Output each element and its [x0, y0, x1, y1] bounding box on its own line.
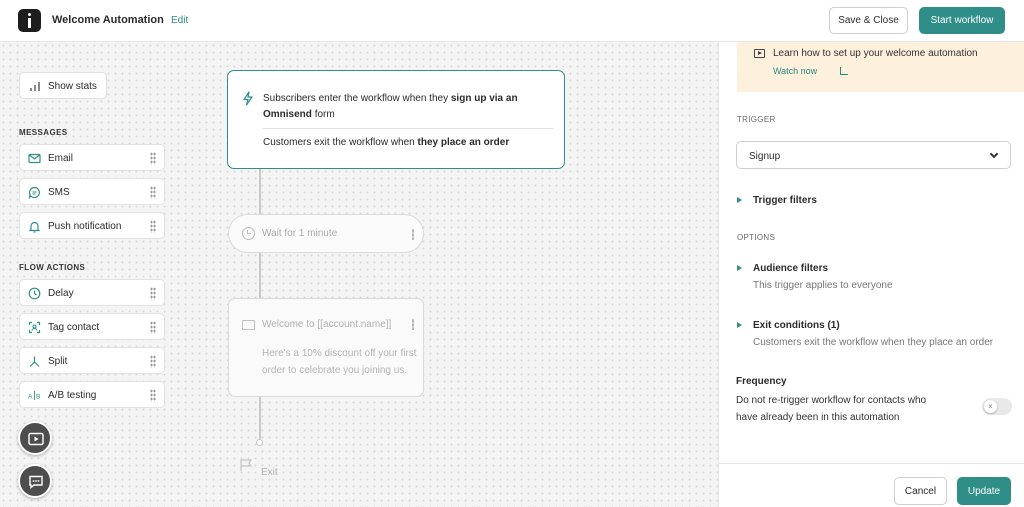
- delay-step[interactable]: Wait for 1 minute: [228, 214, 424, 253]
- trigger-exit-text: Customers exit the workflow when they pl…: [263, 137, 510, 148]
- drag-handle-icon[interactable]: [150, 389, 156, 402]
- play-icon: [28, 432, 44, 446]
- more-options-icon[interactable]: [412, 229, 414, 240]
- email-icon: [28, 153, 41, 164]
- palette-item-split[interactable]: Split: [19, 347, 165, 374]
- trigger-select-value: Signup: [749, 151, 781, 162]
- messages-heading: MESSAGES: [19, 128, 68, 137]
- palette-item-label: Email: [48, 153, 74, 164]
- clock-icon: [28, 287, 41, 300]
- omnisend-logo[interactable]: [18, 9, 41, 32]
- flow-connector: [259, 169, 261, 214]
- trigger-card[interactable]: Subscribers enter the workflow when they…: [227, 70, 565, 169]
- start-workflow-button[interactable]: Start workflow: [919, 7, 1005, 34]
- drag-handle-icon[interactable]: [150, 321, 156, 334]
- flow-end-dot: [256, 439, 263, 446]
- palette-item-label: Delay: [48, 288, 74, 299]
- top-bar: Welcome Automation Edit Save & Close Sta…: [0, 0, 1024, 42]
- sms-icon: [28, 186, 40, 199]
- flow-actions-heading: FLOW ACTIONS: [19, 263, 86, 272]
- ab-icon: AB: [28, 391, 40, 401]
- drag-handle-icon[interactable]: [150, 220, 156, 233]
- delay-step-label: Wait for 1 minute: [262, 228, 338, 239]
- drag-handle-icon[interactable]: [150, 186, 156, 199]
- clock-icon: [242, 227, 255, 240]
- panel-footer: Cancel Update: [719, 463, 1024, 507]
- email-step-title: Welcome to [[account.name]]: [262, 319, 392, 330]
- audience-filters-toggle[interactable]: Audience filters: [753, 263, 828, 274]
- video-icon: [754, 49, 765, 58]
- trigger-entry-text: Subscribers enter the workflow when they…: [263, 93, 518, 120]
- chevron-down-icon: [989, 149, 999, 159]
- palette-item-label: Push notification: [48, 221, 122, 232]
- frequency-toggle[interactable]: ×: [982, 398, 1012, 415]
- expand-triangle-icon[interactable]: [737, 322, 742, 328]
- email-step[interactable]: Welcome to [[account.name]] Here's a 10%…: [228, 298, 424, 397]
- external-link-icon[interactable]: [840, 67, 848, 75]
- toggle-off-icon: ×: [984, 400, 997, 413]
- chat-button[interactable]: [18, 464, 52, 498]
- email-icon: [242, 320, 255, 330]
- palette-item-sms[interactable]: SMS: [19, 178, 165, 205]
- video-tutorial-button[interactable]: [18, 421, 52, 455]
- expand-triangle-icon[interactable]: [737, 265, 742, 271]
- chat-icon: [29, 475, 43, 489]
- exit-conditions-summary: Customers exit the workflow when they pl…: [753, 337, 994, 348]
- divider: [263, 128, 553, 129]
- palette-item-label: SMS: [48, 187, 70, 198]
- palette-item-delay[interactable]: Delay: [19, 279, 165, 306]
- workflow-title: Welcome Automation: [52, 14, 164, 26]
- cancel-button[interactable]: Cancel: [894, 477, 947, 505]
- lightning-icon: [243, 91, 253, 106]
- exit-conditions-toggle[interactable]: Exit conditions (1): [753, 320, 840, 331]
- frequency-description: Do not re-trigger workflow for contacts …: [736, 395, 927, 423]
- workflow-canvas[interactable]: Show stats MESSAGES Email SMS Push notif…: [0, 42, 718, 507]
- tag-icon: [28, 321, 41, 334]
- watch-now-link[interactable]: Watch now: [773, 66, 817, 76]
- email-step-preview: Here's a 10% discount off your first ord…: [262, 348, 417, 376]
- flag-icon: [240, 459, 253, 471]
- show-stats-button[interactable]: Show stats: [19, 72, 107, 99]
- flow-connector: [259, 253, 261, 298]
- palette-item-push-notification[interactable]: Push notification: [19, 212, 165, 239]
- palette-item-label: Split: [48, 356, 68, 367]
- palette-item-email[interactable]: Email: [19, 144, 165, 171]
- bar-chart-icon: [30, 82, 40, 91]
- options-heading: OPTIONS: [737, 233, 776, 242]
- bell-icon: [28, 221, 41, 233]
- settings-panel: Learn how to set up your welcome automat…: [718, 42, 1024, 507]
- palette-item-tag-contact[interactable]: Tag contact: [19, 313, 165, 340]
- svg-text:A: A: [28, 394, 33, 401]
- palette-item-ab-testing[interactable]: AB A/B testing: [19, 381, 165, 408]
- audience-filters-summary: This trigger applies to everyone: [753, 280, 893, 291]
- more-options-icon[interactable]: [412, 319, 414, 330]
- expand-triangle-icon[interactable]: [737, 197, 742, 203]
- trigger-filters-toggle[interactable]: Trigger filters: [753, 195, 817, 206]
- trigger-select[interactable]: Signup: [736, 141, 1011, 169]
- update-button[interactable]: Update: [957, 477, 1011, 505]
- exit-label: Exit: [261, 467, 278, 478]
- show-stats-label: Show stats: [48, 81, 97, 92]
- edit-title-link[interactable]: Edit: [171, 15, 188, 26]
- save-close-button[interactable]: Save & Close: [829, 7, 908, 34]
- flow-connector: [259, 397, 261, 440]
- split-icon: [29, 356, 40, 367]
- drag-handle-icon[interactable]: [150, 287, 156, 300]
- frequency-title: Frequency: [736, 376, 787, 387]
- palette-item-label: A/B testing: [48, 390, 97, 401]
- palette-item-label: Tag contact: [48, 322, 100, 333]
- trigger-heading: TRIGGER: [737, 115, 776, 124]
- svg-text:B: B: [36, 394, 40, 401]
- learn-banner: Learn how to set up your welcome automat…: [737, 42, 1024, 92]
- learn-banner-text: Learn how to set up your welcome automat…: [773, 48, 978, 59]
- drag-handle-icon[interactable]: [150, 152, 156, 165]
- drag-handle-icon[interactable]: [150, 355, 156, 368]
